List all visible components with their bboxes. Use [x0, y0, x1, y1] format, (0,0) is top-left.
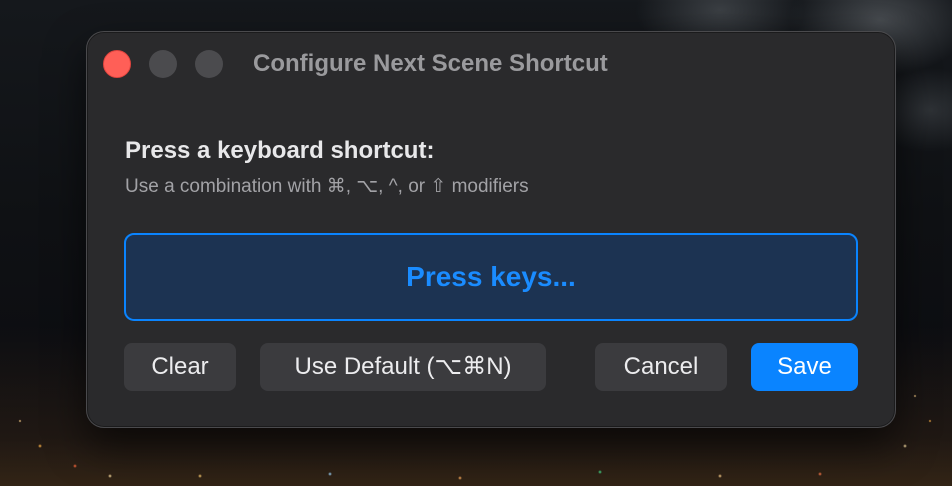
- close-window-button[interactable]: [103, 50, 131, 78]
- prompt-heading: Press a keyboard shortcut:: [125, 137, 435, 164]
- window-title: Configure Next Scene Shortcut: [253, 50, 608, 77]
- minimize-window-button[interactable]: [149, 50, 177, 78]
- window-controls: [103, 50, 223, 78]
- clear-button[interactable]: Clear: [124, 343, 236, 391]
- shortcut-dialog: Configure Next Scene Shortcut Press a ke…: [86, 31, 896, 428]
- modifier-hint: Use a combination with ⌘, ⌥, ^, or ⇧ mod…: [125, 176, 529, 197]
- save-button[interactable]: Save: [751, 343, 858, 391]
- shortcut-recorder-field[interactable]: Press keys...: [124, 233, 858, 321]
- cancel-button[interactable]: Cancel: [595, 343, 727, 391]
- zoom-window-button[interactable]: [195, 50, 223, 78]
- use-default-button[interactable]: Use Default (⌥⌘N): [260, 343, 546, 391]
- recorder-placeholder: Press keys...: [406, 261, 576, 292]
